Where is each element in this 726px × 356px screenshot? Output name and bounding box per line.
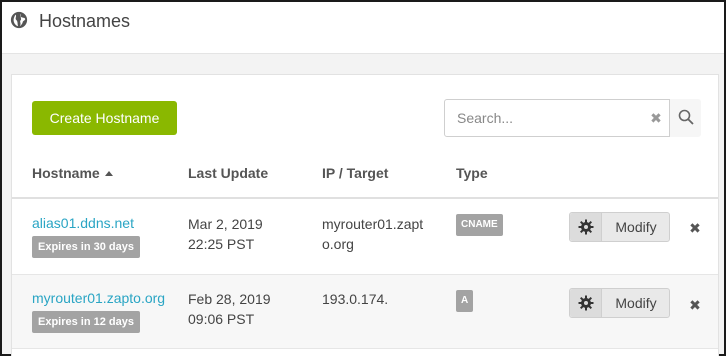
gear-icon: [578, 295, 594, 311]
hostnames-panel: Create Hostname ✖ Hostname Last Update I…: [11, 74, 719, 356]
modify-button[interactable]: Modify: [569, 212, 670, 242]
expiry-badge: Expires in 30 days: [32, 236, 140, 258]
globe-icon: [10, 11, 28, 29]
search-box: ✖: [444, 99, 701, 137]
last-update-cell: Feb 28, 2019 09:06 PST: [188, 289, 271, 329]
hostname-link[interactable]: alias01.ddns.net: [32, 215, 134, 231]
last-update-cell: Mar 2, 2019 22:25 PST: [188, 214, 263, 254]
target-line: myrouter01.zapt: [322, 216, 424, 232]
target-cell: 193.0.174.: [322, 289, 388, 309]
search-button[interactable]: [669, 99, 701, 137]
target-line: 193.0.174.: [322, 291, 389, 307]
column-header-hostname[interactable]: Hostname: [32, 165, 113, 181]
table-header: Hostname Last Update IP / Target Type: [12, 149, 718, 199]
search-input[interactable]: [445, 100, 667, 136]
gear-icon: [578, 219, 594, 235]
page-title: Hostnames: [39, 11, 131, 31]
sort-asc-icon: [104, 171, 113, 176]
type-badge: A: [456, 290, 474, 312]
page-header: Hostnames: [2, 2, 724, 54]
column-header-ip-target[interactable]: IP / Target: [322, 165, 388, 181]
target-line: o.org: [322, 236, 354, 252]
last-update-date: Mar 2, 2019: [188, 216, 263, 232]
last-update-time: 22:25 PST: [188, 236, 255, 252]
modify-label: Modify: [615, 219, 657, 235]
expiry-badge: Expires in 12 days: [32, 311, 140, 333]
last-update-date: Feb 28, 2019: [188, 291, 271, 307]
table-row: myrouter01.zapto.org Expires in 12 days …: [12, 275, 718, 349]
create-hostname-button[interactable]: Create Hostname: [32, 101, 177, 135]
column-header-type[interactable]: Type: [456, 165, 488, 181]
gear-box: [570, 289, 602, 317]
modify-label: Modify: [615, 295, 657, 311]
last-update-time: 09:06 PST: [188, 311, 255, 327]
table-row: alias01.ddns.net Expires in 30 days Mar …: [12, 200, 718, 275]
target-cell: myrouter01.zapt o.org: [322, 214, 423, 254]
modify-button[interactable]: Modify: [569, 288, 670, 318]
app-frame: Hostnames Create Hostname ✖ Hostname Las…: [0, 0, 726, 356]
clear-search-icon[interactable]: ✖: [648, 109, 664, 127]
type-badge: CNAME: [456, 214, 503, 236]
delete-icon[interactable]: ✖: [688, 297, 702, 313]
delete-icon[interactable]: ✖: [688, 220, 702, 236]
column-header-last-update[interactable]: Last Update: [188, 165, 268, 181]
hostname-link[interactable]: myrouter01.zapto.org: [32, 290, 165, 306]
gear-box: [570, 213, 602, 241]
search-icon: [678, 109, 694, 125]
